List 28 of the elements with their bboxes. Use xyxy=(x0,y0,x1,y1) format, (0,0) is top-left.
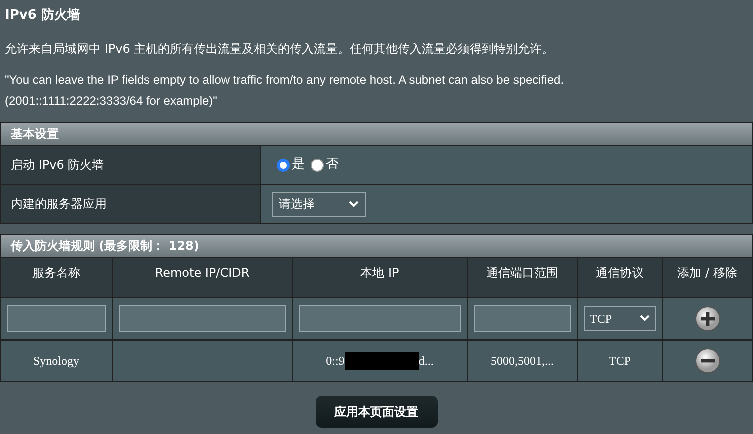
setting-label: 内建的服务器应用 xyxy=(1,185,261,223)
radio-button[interactable] xyxy=(277,158,290,172)
column-header: 添加 / 移除 xyxy=(676,265,738,282)
section-header: 基本设置 xyxy=(1,123,752,145)
protocol-select[interactable]: TCP xyxy=(584,306,656,331)
server-app-select[interactable]: 请选择 xyxy=(272,192,366,216)
table-cell: Synology xyxy=(1,341,113,381)
remove-icon[interactable] xyxy=(694,348,720,374)
section-header: 传入防火墙规则 (最多限制： 128) xyxy=(1,235,752,257)
setting-label: 启动 IPv6 防火墙 xyxy=(1,146,261,184)
chevron-down-icon xyxy=(640,315,650,322)
chevron-down-icon xyxy=(349,200,359,208)
input-field[interactable] xyxy=(299,305,461,332)
note-text: "You can leave the IP fields empty to allow traffic from/to any remote host. A subnet can also be specified. (2001::1111:2222:3333/64 for example)" xyxy=(5,72,566,110)
local-ip-text: d... xyxy=(418,353,434,370)
input-field[interactable] xyxy=(119,305,286,332)
input-field[interactable] xyxy=(474,305,571,332)
input-field[interactable] xyxy=(7,305,106,332)
table-cell: 5000,5001,... xyxy=(468,341,578,381)
table-cell: TCP xyxy=(578,341,663,381)
page-title: IPv6 防火墙 xyxy=(5,7,82,25)
apply-button[interactable]: 应用本页面设置 xyxy=(316,396,438,428)
local-ip-text: 0::9 xyxy=(326,353,345,370)
radio-label: 是 xyxy=(292,156,305,174)
radio-button[interactable] xyxy=(311,158,324,172)
radio-label: 否 xyxy=(326,156,339,174)
description-text: 允许来自局域网中 IPv6 主机的所有传出流量及相关的传入流量。任何其他传入流量必须得到特别允许。 xyxy=(5,41,556,58)
add-icon[interactable] xyxy=(694,306,720,332)
